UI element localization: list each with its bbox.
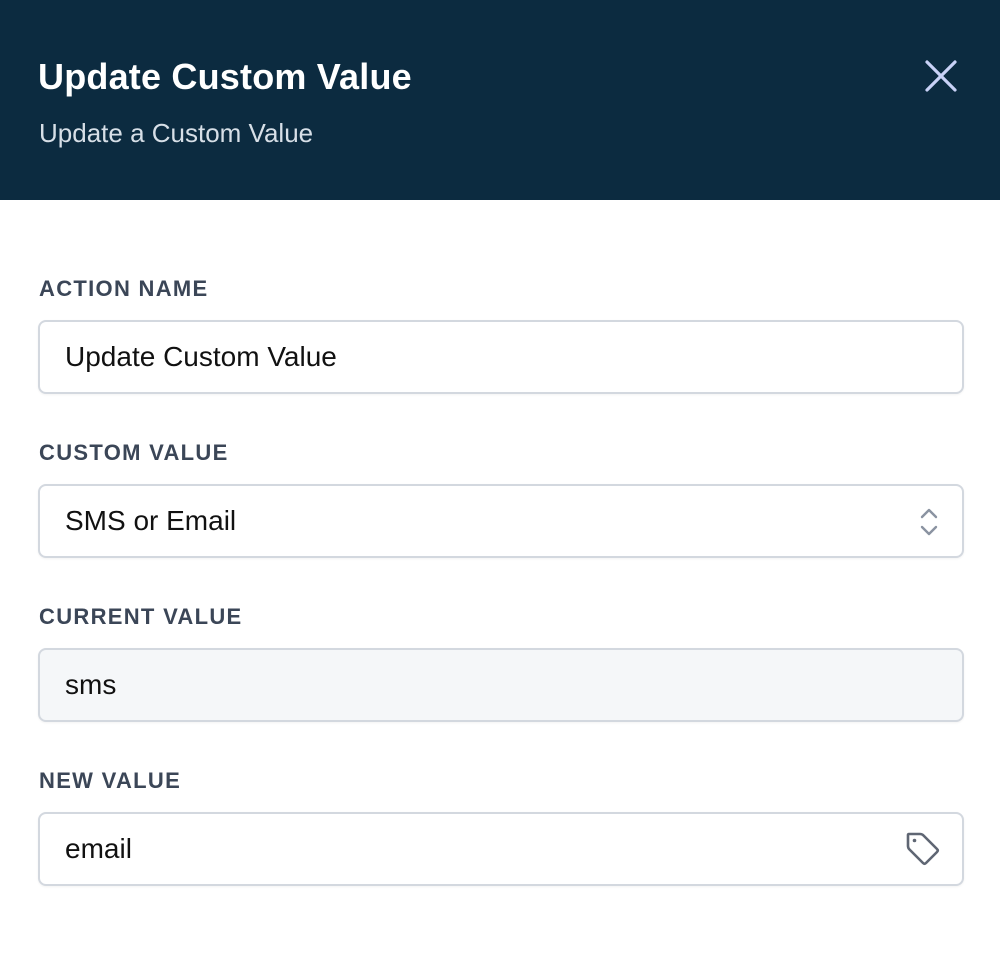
- update-custom-value-panel: Update Custom Value Update a Custom Valu…: [0, 0, 1000, 968]
- tag-icon[interactable]: [902, 828, 942, 868]
- action-name-input[interactable]: Update Custom Value: [38, 320, 964, 394]
- panel-subtitle: Update a Custom Value: [39, 118, 314, 148]
- new-value-input[interactable]: email: [38, 812, 964, 886]
- chevron-up-down-icon: [914, 504, 944, 540]
- close-button[interactable]: [918, 53, 964, 99]
- new-value-text: email: [65, 833, 132, 864]
- action-name-value: Update Custom Value: [65, 341, 337, 372]
- current-value-text: sms: [65, 669, 117, 700]
- custom-value-selected: SMS or Email: [65, 505, 237, 536]
- panel-header: Update Custom Value Update a Custom Valu…: [0, 0, 1000, 200]
- close-icon: [925, 60, 957, 92]
- new-value-label: NEW VALUE: [39, 768, 182, 793]
- custom-value-label: CUSTOM VALUE: [39, 440, 229, 465]
- action-name-label: ACTION NAME: [39, 276, 209, 301]
- custom-value-select[interactable]: SMS or Email: [38, 484, 964, 558]
- panel-title: Update Custom Value: [38, 56, 412, 97]
- current-value-field: sms: [38, 648, 964, 722]
- current-value-label: CURRENT VALUE: [39, 604, 243, 629]
